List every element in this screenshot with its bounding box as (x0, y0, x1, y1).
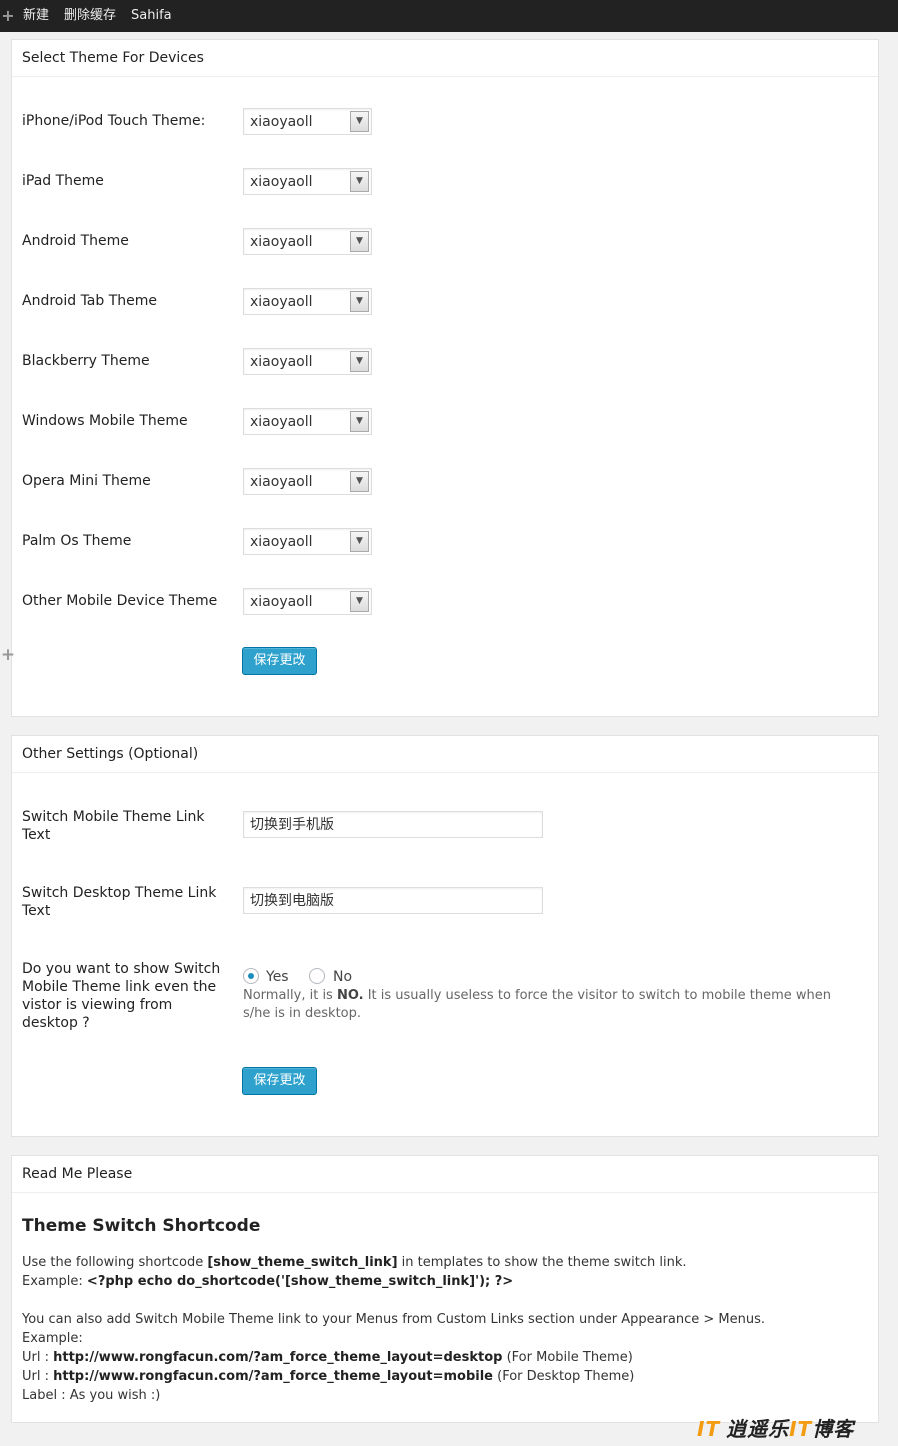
chevron-down-icon: ▼ (350, 411, 369, 432)
save-button[interactable]: 保存更改 (242, 1067, 317, 1095)
select-value: xiaoyaoll (250, 414, 313, 430)
admin-bar: + 新建 删除缓存 Sahifa (0, 0, 898, 32)
save-button[interactable]: 保存更改 (242, 647, 317, 675)
readme-line: Use the following shortcode [show_theme_… (22, 1255, 687, 1270)
readme-line: You can also add Switch Mobile Theme lin… (22, 1312, 766, 1327)
other-device-theme-select[interactable]: xiaoyaoll ▼ (243, 588, 372, 615)
android-tab-theme-select[interactable]: xiaoyaoll ▼ (243, 288, 372, 315)
plus-icon[interactable]: + (0, 645, 16, 665)
mobile-link-text-input[interactable]: 切换到手机版 (243, 811, 543, 838)
opera-mini-theme-select[interactable]: xiaoyaoll ▼ (243, 468, 372, 495)
select-value: xiaoyaoll (250, 114, 313, 130)
chevron-down-icon: ▼ (350, 471, 369, 492)
shortcode-heading: Theme Switch Shortcode (22, 1216, 261, 1236)
chevron-down-icon: ▼ (350, 231, 369, 252)
ipad-theme-label: iPad Theme (22, 173, 104, 189)
chevron-down-icon: ▼ (350, 291, 369, 312)
readme-line: Example: <?php echo do_shortcode('[show_… (22, 1274, 514, 1289)
windows-mobile-theme-select[interactable]: xiaoyaoll ▼ (243, 408, 372, 435)
desktop-link-text-label: Switch Desktop Theme Link Text (22, 885, 217, 919)
no-radio-label[interactable]: No (333, 969, 352, 985)
site-watermark-logo: IT 逍遥乐IT博客 (697, 1417, 855, 1441)
input-value: 切换到电脑版 (250, 893, 334, 909)
select-value: xiaoyaoll (250, 174, 313, 190)
chevron-down-icon: ▼ (350, 351, 369, 372)
show-link-label: Do you want to show Switch Mobile Theme … (22, 961, 221, 1031)
select-value: xiaoyaoll (250, 354, 313, 370)
box-title: Other Settings (Optional) (12, 736, 878, 773)
select-value: xiaoyaoll (250, 594, 313, 610)
chevron-down-icon: ▼ (350, 531, 369, 552)
input-value: 切换到手机版 (250, 817, 334, 833)
other-settings-box: Other Settings (Optional) Switch Mobile … (11, 735, 879, 1137)
select-value: xiaoyaoll (250, 534, 313, 550)
yes-radio[interactable] (243, 968, 259, 984)
blackberry-theme-label: Blackberry Theme (22, 353, 150, 369)
mobile-link-text-label: Switch Mobile Theme Link Text (22, 809, 205, 843)
readme-line: Url : http://www.rongfacun.com/?am_force… (22, 1369, 635, 1384)
theme-menu-item[interactable]: Sahifa (131, 0, 172, 32)
palm-os-theme-select[interactable]: xiaoyaoll ▼ (243, 528, 372, 555)
iphone-theme-select[interactable]: xiaoyaoll ▼ (243, 108, 372, 135)
windows-mobile-theme-label: Windows Mobile Theme (22, 413, 188, 429)
select-value: xiaoyaoll (250, 234, 313, 250)
select-value: xiaoyaoll (250, 474, 313, 490)
readme-line: Url : http://www.rongfacun.com/?am_force… (22, 1350, 633, 1365)
palm-os-theme-label: Palm Os Theme (22, 533, 132, 549)
box-title: Read Me Please (12, 1156, 878, 1193)
readme-content: Use the following shortcode [show_theme_… (22, 1253, 862, 1405)
android-theme-select[interactable]: xiaoyaoll ▼ (243, 228, 372, 255)
select-theme-devices-box: Select Theme For Devices iPhone/iPod Tou… (11, 39, 879, 717)
yes-radio-label[interactable]: Yes (266, 969, 289, 985)
select-value: xiaoyaoll (250, 294, 313, 310)
box-title: Select Theme For Devices (12, 40, 878, 77)
new-menu-item[interactable]: 新建 (23, 0, 49, 32)
readme-line: Label : As you wish :) (22, 1388, 161, 1403)
read-me-box: Read Me Please Theme Switch Shortcode Us… (11, 1155, 879, 1423)
desktop-link-text-input[interactable]: 切换到电脑版 (243, 887, 543, 914)
chevron-down-icon: ▼ (350, 591, 369, 612)
readme-line: Example: (22, 1331, 83, 1346)
chevron-down-icon: ▼ (350, 111, 369, 132)
android-tab-theme-label: Android Tab Theme (22, 293, 158, 309)
it-logo-icon: IT (697, 1417, 721, 1441)
show-link-help-text: Normally, it is NO. It is usually useles… (243, 988, 832, 1021)
iphone-theme-label: iPhone/iPod Touch Theme: (22, 113, 206, 129)
opera-mini-theme-label: Opera Mini Theme (22, 473, 151, 489)
blackberry-theme-select[interactable]: xiaoyaoll ▼ (243, 348, 372, 375)
ipad-theme-select[interactable]: xiaoyaoll ▼ (243, 168, 372, 195)
chevron-down-icon: ▼ (350, 171, 369, 192)
no-radio[interactable] (309, 968, 325, 984)
other-device-theme-label: Other Mobile Device Theme (22, 593, 218, 609)
android-theme-label: Android Theme (22, 233, 129, 249)
plus-icon[interactable]: + (0, 0, 16, 32)
clear-cache-menu-item[interactable]: 删除缓存 (64, 0, 116, 32)
